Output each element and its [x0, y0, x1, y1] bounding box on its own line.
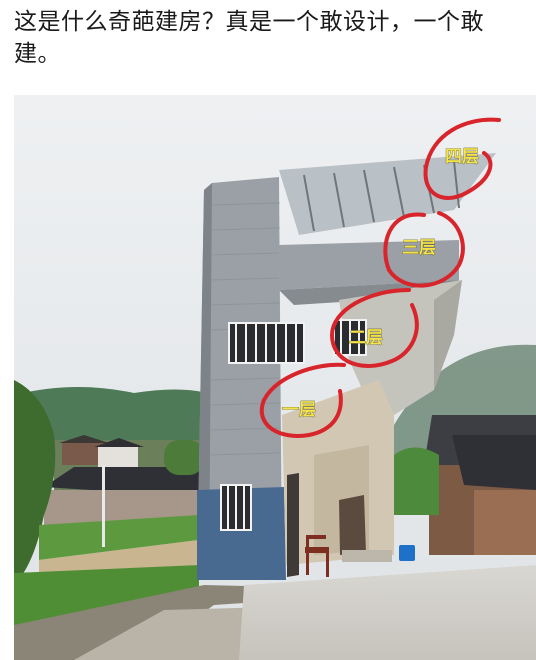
utility-pole: [102, 465, 105, 547]
post-caption: 这是什么奇葩建房？真是一个敢设计，一个敢建。: [14, 9, 484, 67]
photo[interactable]: 四层 三层 二层 一层: [14, 95, 536, 660]
label-floor2: 二层: [349, 328, 383, 348]
bucket: [399, 545, 415, 561]
tree: [164, 440, 204, 475]
tree: [394, 447, 439, 515]
label-floor3: 三层: [402, 238, 436, 258]
right-house-roof: [452, 435, 536, 490]
label-floor4: 四层: [445, 147, 479, 167]
photo-scene: 四层 三层 二层 一层: [14, 95, 536, 660]
side-door: [287, 473, 299, 577]
window-ground: [220, 484, 252, 531]
label-floor1: 一层: [282, 400, 316, 420]
right-house-door: [474, 490, 536, 555]
steps: [342, 550, 392, 562]
window-floor2: [228, 322, 305, 364]
doorway: [339, 495, 366, 555]
